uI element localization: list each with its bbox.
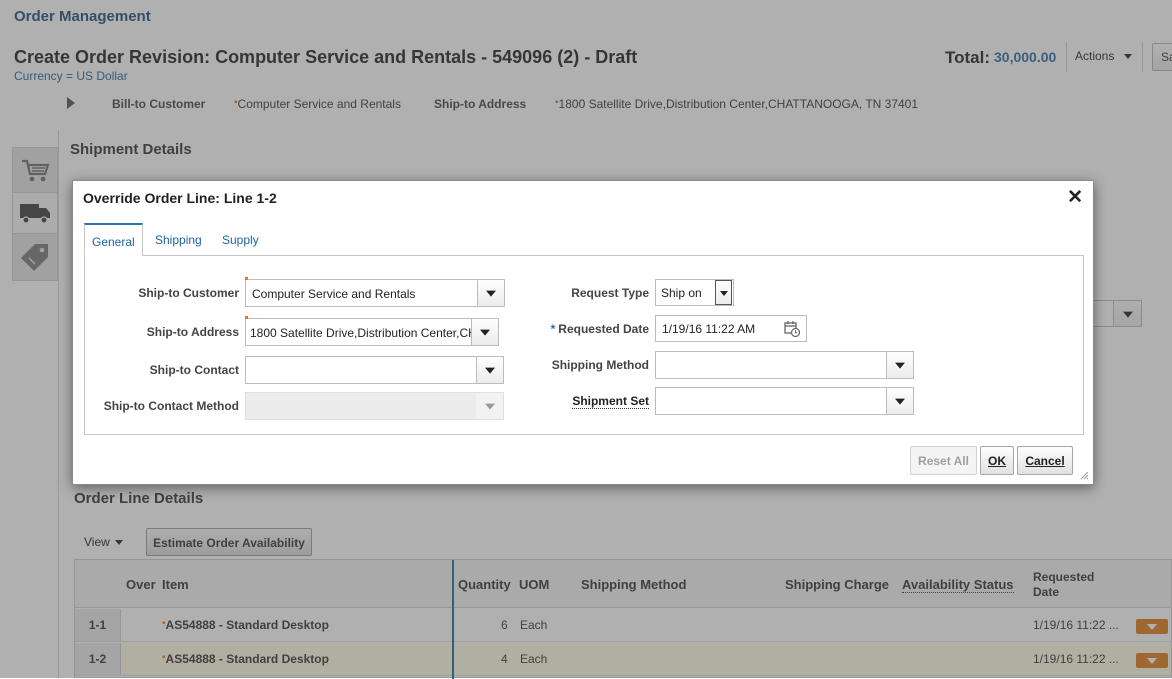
shipment-set-label-text: Shipment Set	[572, 394, 649, 409]
override-order-line-dialog: Override Order Line: Line 1-2 ✕ General …	[72, 180, 1094, 485]
shipping-method-select[interactable]	[655, 351, 914, 379]
request-type-dropdown-button[interactable]	[715, 280, 732, 305]
chevron-down-icon	[895, 362, 905, 369]
ship-to-address-dropdown-button[interactable]	[471, 319, 498, 345]
resize-grip-icon[interactable]	[1079, 470, 1089, 480]
shipment-set-dropdown-button[interactable]	[886, 388, 913, 414]
ship-to-contact-method-select	[245, 392, 504, 420]
shipment-set-label: Shipment Set	[515, 394, 649, 409]
ok-label: OK	[988, 454, 1006, 468]
shipment-set-select[interactable]	[655, 387, 914, 415]
chevron-down-icon	[719, 290, 728, 296]
cancel-label: Cancel	[1025, 454, 1065, 468]
calendar-icon[interactable]	[784, 321, 800, 337]
request-type-label: Request Type	[571, 286, 649, 300]
requested-date-value: 1/19/16 11:22 AM	[662, 322, 756, 336]
required-star: *	[550, 322, 556, 336]
required-marker	[245, 316, 248, 319]
tab-shipping[interactable]: Shipping	[148, 223, 209, 256]
ship-to-contact-method-dropdown-button	[476, 393, 503, 419]
ship-to-customer-dropdown-button[interactable]	[477, 280, 504, 306]
close-icon[interactable]: ✕	[1067, 186, 1083, 209]
tab-general[interactable]: General	[84, 223, 143, 256]
ship-to-address-label: Ship-to Address	[146, 325, 239, 339]
tab-supply[interactable]: Supply	[215, 223, 266, 256]
ship-to-address-value: 1800 Satellite Drive,Distribution Center…	[250, 326, 471, 340]
reset-all-button[interactable]: Reset All	[910, 446, 977, 475]
ship-to-customer-value: Computer Service and Rentals	[252, 287, 416, 301]
cancel-button[interactable]: Cancel	[1017, 446, 1073, 475]
required-marker	[245, 277, 248, 280]
ship-to-customer-label: Ship-to Customer	[138, 286, 239, 300]
ship-to-contact-select[interactable]	[245, 356, 504, 384]
chevron-down-icon	[480, 329, 490, 336]
dialog-tabs: General Shipping Supply	[84, 223, 1084, 256]
chevron-down-icon	[484, 403, 495, 410]
chevron-down-icon	[895, 398, 905, 405]
requested-date-input[interactable]: 1/19/16 11:22 AM	[655, 315, 807, 342]
request-type-value: Ship on	[661, 286, 702, 300]
dialog-title: Override Order Line: Line 1-2	[83, 190, 277, 206]
shipping-method-label: Shipping Method	[551, 358, 649, 372]
chevron-down-icon	[485, 367, 495, 374]
request-type-select[interactable]: Ship on	[655, 279, 734, 306]
ship-to-contact-dropdown-button[interactable]	[476, 357, 503, 383]
requested-date-label: * Requested Date	[515, 322, 649, 336]
ship-to-customer-select[interactable]: Computer Service and Rentals	[245, 277, 505, 307]
ship-to-address-select[interactable]: 1800 Satellite Drive,Distribution Center…	[245, 316, 499, 346]
chevron-down-icon	[486, 290, 496, 297]
ok-button[interactable]: OK	[980, 446, 1014, 475]
ship-to-contact-label: Ship-to Contact	[149, 363, 239, 377]
ship-to-contact-method-label: Ship-to Contact Method	[103, 399, 239, 413]
requested-date-label-text: Requested Date	[558, 322, 649, 336]
shipping-method-dropdown-button[interactable]	[886, 352, 913, 378]
general-tab-panel: Ship-to Customer Computer Service and Re…	[84, 255, 1084, 435]
